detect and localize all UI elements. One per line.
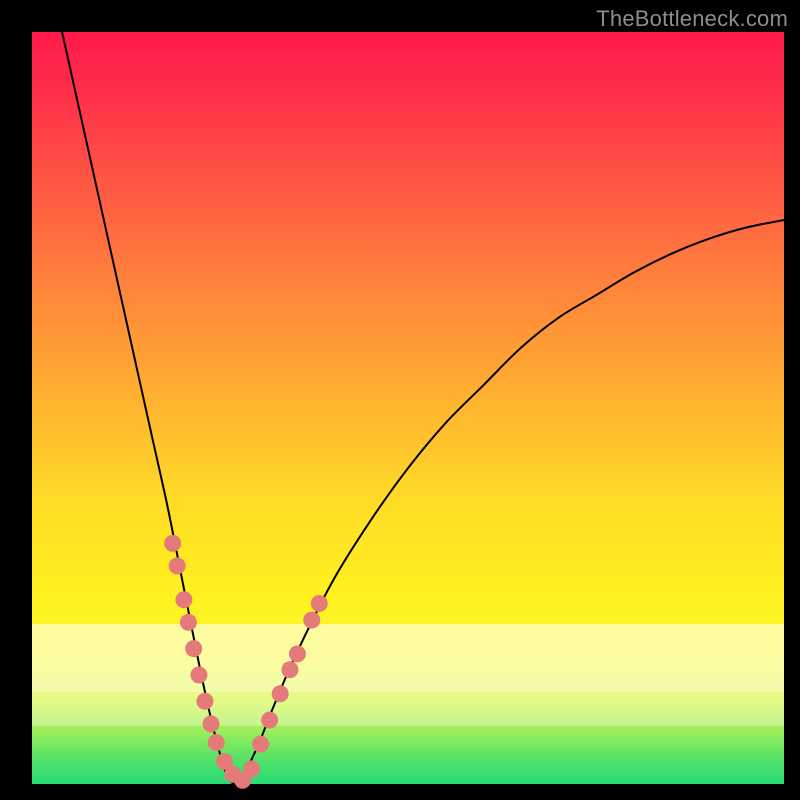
marker-dot xyxy=(175,591,192,608)
marker-dot xyxy=(272,685,289,702)
marker-dot xyxy=(303,612,320,629)
marker-group-left xyxy=(164,535,251,789)
chart-frame: TheBottleneck.com xyxy=(0,0,800,800)
marker-dot xyxy=(208,734,225,751)
marker-dot xyxy=(185,640,202,657)
marker-dot xyxy=(261,712,278,729)
marker-dot xyxy=(243,760,260,777)
marker-dot xyxy=(180,614,197,631)
curve-layer xyxy=(32,32,784,784)
watermark-text: TheBottleneck.com xyxy=(596,6,788,32)
marker-dot xyxy=(164,535,181,552)
marker-dot xyxy=(289,645,306,662)
marker-dot xyxy=(196,693,213,710)
marker-dot xyxy=(190,666,207,683)
bottleneck-curve xyxy=(62,32,784,784)
marker-dot xyxy=(281,661,298,678)
marker-group-right xyxy=(243,595,328,777)
marker-dot xyxy=(202,715,219,732)
marker-dot xyxy=(169,557,186,574)
marker-dot xyxy=(252,736,269,753)
marker-dot xyxy=(311,595,328,612)
